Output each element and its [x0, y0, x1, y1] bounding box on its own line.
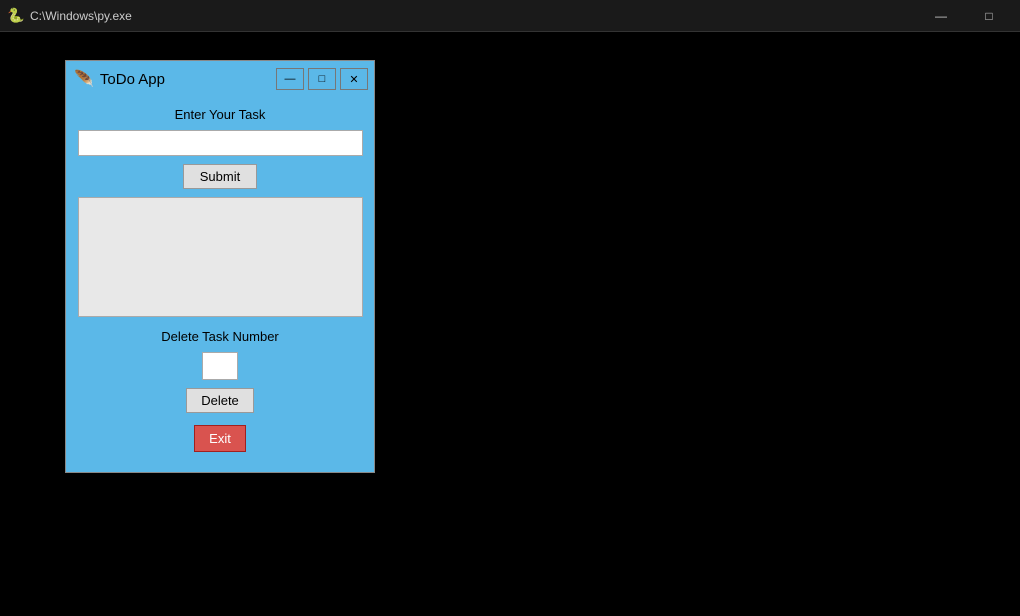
task-list[interactable]	[78, 197, 363, 317]
delete-number-input[interactable]	[202, 352, 238, 380]
taskbar-title: C:\Windows\py.exe	[30, 9, 132, 23]
task-input[interactable]	[78, 130, 363, 156]
taskbar-app-icon: 🐍	[8, 8, 24, 24]
enter-task-label: Enter Your Task	[175, 107, 266, 122]
taskbar-minimize-btn[interactable]: —	[918, 0, 964, 32]
taskbar-controls: — □	[918, 0, 1012, 32]
app-body: Enter Your Task Submit Delete Task Numbe…	[66, 97, 374, 472]
title-bar: 🪶 ToDo App — □ ✕	[66, 61, 374, 97]
app-title: ToDo App	[100, 71, 165, 88]
app-window: 🪶 ToDo App — □ ✕ Enter Your Task Submit …	[65, 60, 375, 473]
window-controls: — □ ✕	[276, 68, 368, 90]
taskbar: 🐍 C:\Windows\py.exe — □	[0, 0, 1020, 32]
delete-button[interactable]: Delete	[186, 388, 254, 413]
window-minimize-btn[interactable]: —	[276, 68, 304, 90]
submit-button[interactable]: Submit	[183, 164, 257, 189]
window-close-btn[interactable]: ✕	[340, 68, 368, 90]
taskbar-maximize-btn[interactable]: □	[966, 0, 1012, 32]
window-maximize-btn[interactable]: □	[308, 68, 336, 90]
delete-task-label: Delete Task Number	[161, 329, 279, 344]
exit-button[interactable]: Exit	[194, 425, 246, 452]
app-icon: 🪶	[74, 69, 94, 89]
